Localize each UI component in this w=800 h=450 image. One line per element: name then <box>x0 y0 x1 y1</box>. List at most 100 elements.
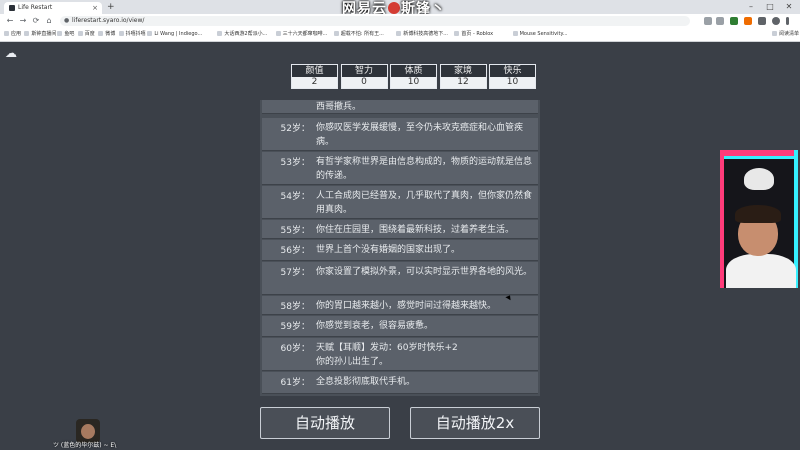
bookmark-item[interactable]: 微博 <box>98 28 115 41</box>
extension-icon[interactable] <box>704 17 712 25</box>
url-text: liferestart.syaro.io/view/ <box>72 17 145 24</box>
extension-green-icon[interactable] <box>730 17 738 25</box>
bookmark-item[interactable]: 超载不怕: 所有王... <box>333 28 384 41</box>
puzzle-icon[interactable] <box>758 17 766 25</box>
streamer-label: ツ (蓝色的毕尔兹) ~ E\ <box>53 442 117 449</box>
stat-box: 家境 12 <box>439 64 487 89</box>
forward-button[interactable]: → <box>17 14 29 28</box>
log-entry-age: 55岁： <box>280 226 310 236</box>
bookmark-item[interactable]: 斯钟直播间 <box>24 28 56 41</box>
maximize-button[interactable]: □ <box>761 0 779 13</box>
reading-list-button[interactable]: 阅读清单 <box>772 28 799 41</box>
url-field[interactable]: ● liferestart.syaro.io/view/ <box>60 16 690 26</box>
extension-orange-icon[interactable] <box>744 17 752 25</box>
stat-value: 12 <box>440 77 486 88</box>
bookmark-item[interactable]: 百度 <box>77 28 95 41</box>
lock-icon: ● <box>64 17 70 24</box>
bookmark-icon <box>772 31 777 36</box>
browser-tab-bar: Life Restart × + 网易云 斯锋丶 – □ ✕ <box>0 0 800 17</box>
log-entry-text: 你住在庄园里，围绕着最新科技，过着养老生活。 <box>316 225 515 235</box>
log-entry-text: 天赋【耳顺】发动：60岁时快乐+2 你的孙儿出生了。 <box>316 343 458 367</box>
minimize-button[interactable]: – <box>742 0 760 13</box>
bookmark-item[interactable]: 首页 - Roblox <box>454 28 493 41</box>
log-entry-age: 58岁： <box>280 302 310 312</box>
bookmark-item[interactable]: 三十六天都窜咖啡... <box>275 28 328 41</box>
bookmark-item[interactable]: 抖嘻抖嘻 <box>118 28 146 41</box>
bookmark-label: 大话西游2帮派小... <box>224 31 268 37</box>
reload-button[interactable]: ⟳ <box>30 14 42 28</box>
profile-avatar-icon[interactable] <box>772 17 780 25</box>
log-entry: 58岁： 你的胃口越来越小，感觉时间过得越来越快。 <box>262 296 538 315</box>
home-button[interactable]: ⌂ <box>43 14 55 28</box>
log-entry: 54岁： 人工合成肉已经普及，几乎取代了真肉，但你家仍然食用真肉。 <box>262 186 538 219</box>
stat-label: 智力 <box>341 65 387 77</box>
log-entry: 西哥撤兵。 <box>262 100 538 114</box>
log-entry-text: 你感叹医学发展缓慢，至今仍未攻克癌症和心血管疾病。 <box>316 123 524 147</box>
log-entry-text: 有哲学家称世界是由信息构成的，物质的运动就是信息的传递。 <box>316 157 533 181</box>
bookmark-icon <box>396 31 402 36</box>
browser-tab[interactable]: Life Restart × <box>4 2 102 14</box>
bookmark-label: 抖嘻抖嘻 <box>125 31 146 37</box>
skull-decoration-icon <box>744 168 774 190</box>
log-entry-age: 59岁： <box>280 322 310 332</box>
bookmark-icon <box>77 31 83 36</box>
menu-icon[interactable] <box>786 17 789 25</box>
bookmark-label: 超载不怕: 所有王... <box>340 31 384 37</box>
log-entry-text: 你感觉到衰老，很容易疲惫。 <box>316 321 434 331</box>
stat-value: 10 <box>391 77 436 88</box>
log-entry: 53岁： 有哲学家称世界是由信息构成的，物质的运动就是信息的传递。 <box>262 152 538 185</box>
webcam-person-body <box>726 254 796 288</box>
log-entry: 52岁： 你感叹医学发展缓慢，至今仍未攻克癌症和心血管疾病。 <box>262 118 538 151</box>
log-entry: 57岁： 你家设置了模拟外景，可以实时显示世界各地的风光。 <box>262 262 538 295</box>
bookmark-icon <box>24 31 30 36</box>
bookmark-label: Mouse Sensitivity... <box>519 31 568 37</box>
webcam-overlay <box>720 150 798 288</box>
log-entry-age: 60岁： <box>280 344 310 354</box>
bookmark-item[interactable]: 鱼吧 <box>57 28 74 41</box>
bookmark-label: 斯钟直播间 <box>31 31 57 37</box>
bookmark-item[interactable]: Li Wang | Indiego... <box>147 28 202 41</box>
bookmarks-bar: 应用 斯钟直播间 鱼吧 百度 微博 抖嘻抖嘻 Li Wang | Indiego... 大话西… <box>0 28 800 42</box>
bookmark-label: 阅读清单 <box>779 31 800 37</box>
log-entry-age: 61岁： <box>280 378 310 388</box>
bookmark-icon <box>98 31 104 36</box>
stat-label: 颜值 <box>292 65 337 77</box>
log-entry-text: 世界上首个没有婚姻的国家出现了。 <box>316 245 461 255</box>
log-entry-text: 你家设置了模拟外景，可以实时显示世界各地的风光。 <box>316 267 533 277</box>
auto-play-button[interactable]: 自动播放 <box>260 407 390 439</box>
bookmark-label: 应用 <box>11 31 22 37</box>
new-tab-button[interactable]: + <box>107 1 115 13</box>
bookmark-label: 三十六天都窜咖啡... <box>282 31 328 37</box>
address-bar-row: ← → ⟳ ⌂ ● liferestart.syaro.io/view/ <box>0 14 800 28</box>
bookmark-item[interactable]: 新博科技高德地下... <box>396 28 448 41</box>
stat-value: 10 <box>490 77 535 88</box>
app-logo-icon[interactable]: ☁ <box>5 47 17 59</box>
auto-play-2x-button[interactable]: 自动播放2x <box>410 407 540 439</box>
tab-title: Life Restart <box>18 4 53 11</box>
share-icon[interactable] <box>716 17 724 25</box>
bookmark-icon <box>333 31 339 36</box>
bookmark-icon <box>275 31 281 36</box>
stat-value: 0 <box>341 77 387 88</box>
log-entry-text: 人工合成肉已经普及，几乎取代了真肉，但你家仍然食用真肉。 <box>316 191 533 215</box>
stat-label: 家境 <box>440 65 486 77</box>
bookmark-item[interactable]: Mouse Sensitivity... <box>512 28 568 41</box>
log-entry: 59岁： 你感觉到衰老，很容易疲惫。 <box>262 316 538 337</box>
back-button[interactable]: ← <box>4 14 16 28</box>
log-entry-age: 54岁： <box>280 192 310 202</box>
stat-value: 2 <box>292 77 337 88</box>
stat-box: 体质 10 <box>390 64 437 89</box>
bookmark-icon <box>217 31 223 36</box>
close-window-button[interactable]: ✕ <box>780 0 798 13</box>
bookmark-icon <box>454 31 460 36</box>
bookmark-item[interactable]: 应用 <box>4 28 21 41</box>
log-entry-age: 52岁： <box>280 124 310 134</box>
life-event-log[interactable]: 西哥撤兵。 52岁： 你感叹医学发展缓慢，至今仍未攻克癌症和心血管疾病。 53岁： 有哲… <box>260 100 540 396</box>
stat-box: 颜值 2 <box>291 64 338 89</box>
bookmark-icon <box>512 31 518 36</box>
bookmark-label: 百度 <box>84 31 95 37</box>
log-entry: 60岁： 天赋【耳顺】发动：60岁时快乐+2 你的孙儿出生了。 <box>262 338 538 371</box>
tab-close-icon[interactable]: × <box>92 2 98 14</box>
bookmark-item[interactable]: 大话西游2帮派小... <box>217 28 267 41</box>
log-entry: 61岁： 全息投影彻底取代手机。 <box>262 372 538 394</box>
